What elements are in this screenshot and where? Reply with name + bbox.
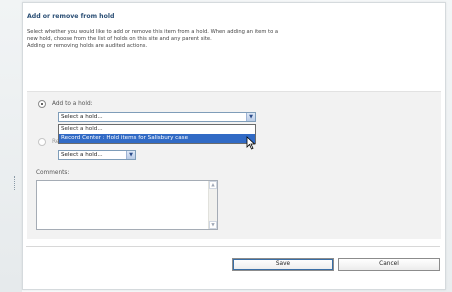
add-to-hold-radio[interactable] [38,100,46,108]
scroll-down-icon[interactable]: ▼ [209,221,217,229]
mouse-pointer-icon [246,136,256,150]
chevron-down-icon[interactable]: ▼ [246,113,255,121]
save-button[interactable]: Save [232,258,334,271]
hold-dropdown-list[interactable]: Select a hold... Record Center : Hold it… [58,124,256,144]
comments-scrollbar[interactable]: ▲ ▼ [208,181,217,229]
remove-from-hold-radio[interactable] [38,138,46,146]
dialog-description: Select whether you would like to add or … [27,29,387,50]
footer-divider [26,246,440,247]
remove-hold-select[interactable]: Select a hold... ▼ [58,150,136,160]
description-line: new hold, choose from the list of holds … [27,36,212,42]
add-hold-select-value: Select a hold... [61,114,103,120]
cancel-button[interactable]: Cancel [338,258,440,271]
dropdown-option-selected[interactable]: Record Center : Hold items for Salisbury… [59,134,255,143]
comments-label: Comments: [36,170,70,176]
dropdown-option[interactable]: Select a hold... [59,125,255,134]
left-navigation-strip [0,0,22,292]
description-line: Adding or removing holds are audited act… [27,43,148,49]
dialog-title: Add or remove from hold [27,13,115,20]
add-hold-select[interactable]: Select a hold... ▼ [58,112,256,122]
comments-textarea[interactable]: ▲ ▼ [36,180,218,230]
splitter-handle[interactable] [14,176,16,190]
remove-hold-select-value: Select a hold... [61,152,103,158]
chevron-down-icon[interactable]: ▼ [126,151,135,159]
scroll-up-icon[interactable]: ▲ [209,181,217,189]
description-line: Select whether you would like to add or … [27,29,279,35]
add-to-hold-label: Add to a hold: [52,101,93,107]
